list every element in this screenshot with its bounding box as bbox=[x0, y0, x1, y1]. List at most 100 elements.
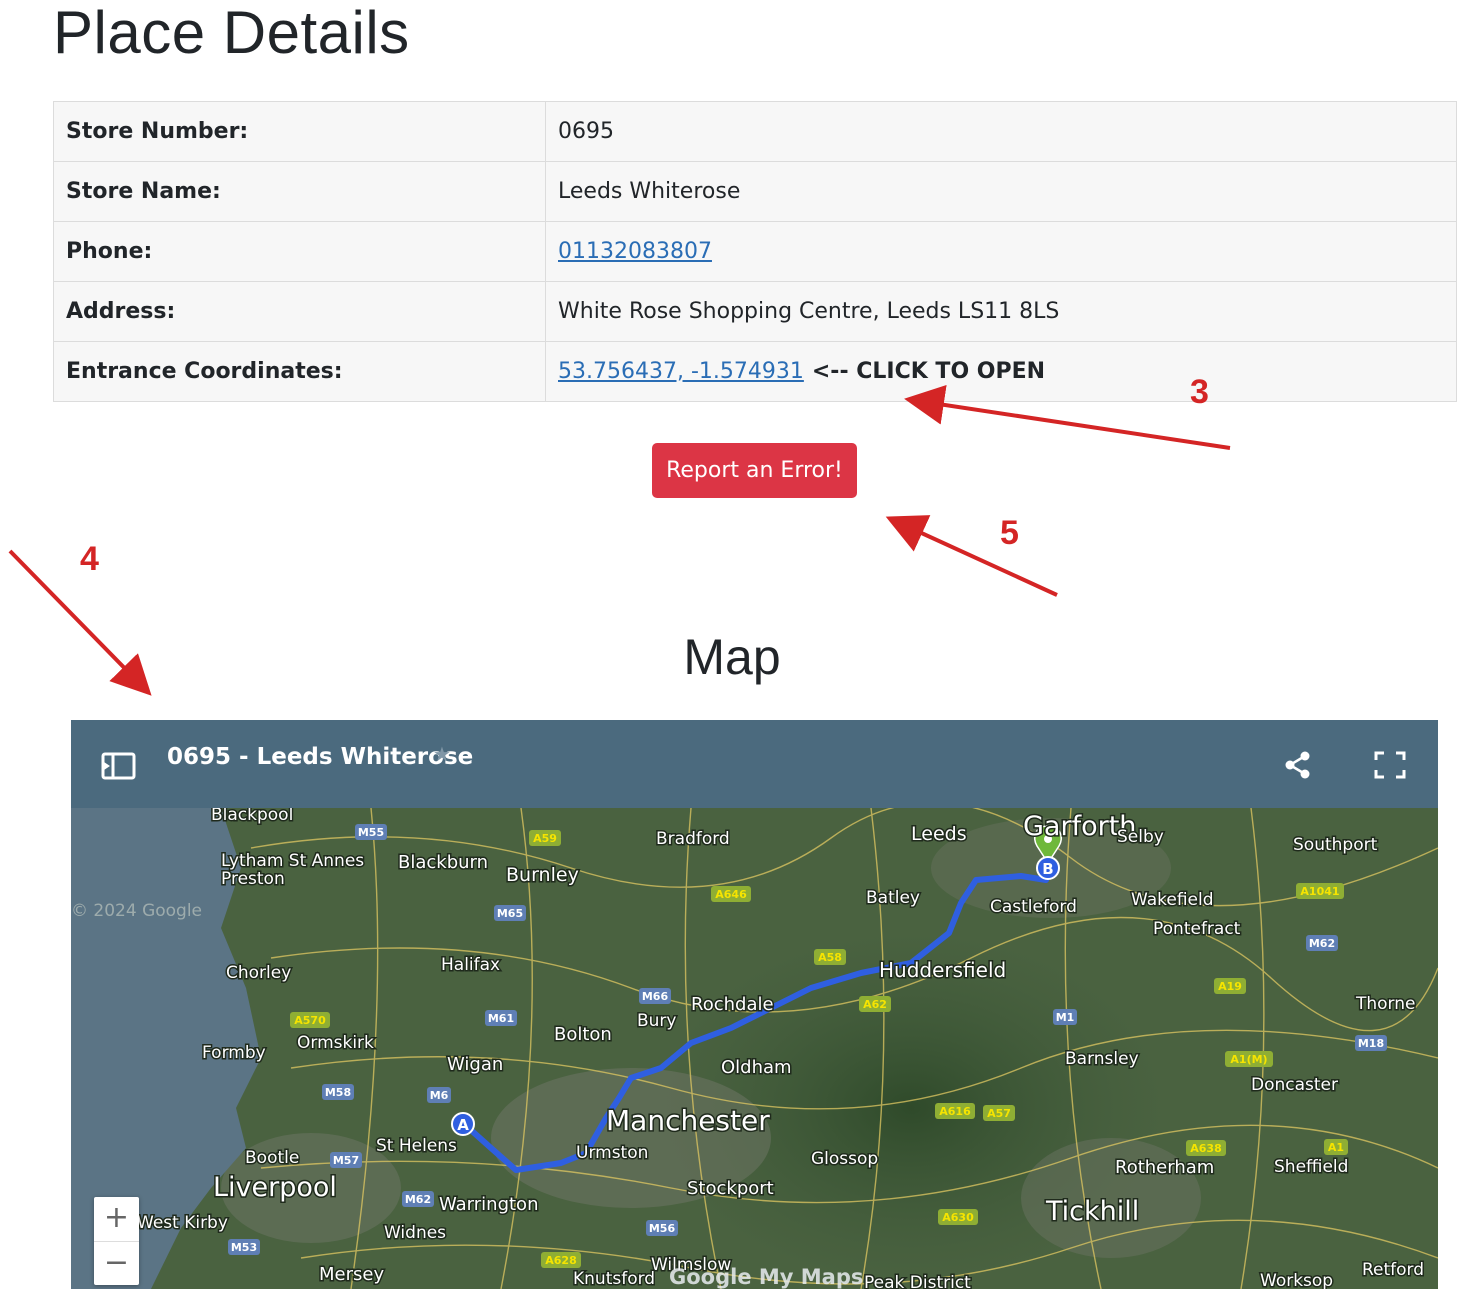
map-heading: Map bbox=[683, 629, 781, 685]
map-place-label: Chorley bbox=[226, 963, 291, 983]
svg-text:M55: M55 bbox=[358, 826, 384, 839]
map-place-label: Urmston bbox=[576, 1143, 648, 1163]
svg-text:M1: M1 bbox=[1056, 1011, 1075, 1024]
table-row: Phone: 01132083807 bbox=[53, 221, 1457, 282]
svg-text:M62: M62 bbox=[405, 1193, 431, 1206]
map-place-label: Glossop bbox=[811, 1149, 878, 1169]
map-canvas[interactable]: A B M55 A59 A646 M65 A570 M61 M66 A58 A62 M58 M6 M5… bbox=[71, 801, 1438, 1289]
side-panel-icon[interactable] bbox=[101, 751, 137, 785]
road-badge: A58 bbox=[814, 949, 846, 965]
svg-text:M66: M66 bbox=[642, 990, 669, 1003]
map-place-label: Liverpool bbox=[213, 1172, 337, 1203]
marker-a-label: A bbox=[457, 1116, 469, 1134]
row-label: Phone: bbox=[53, 221, 546, 282]
road-badge: A628 bbox=[541, 1252, 581, 1268]
map-place-label: Bolton bbox=[554, 1024, 612, 1045]
svg-text:A1: A1 bbox=[1328, 1141, 1344, 1154]
annotation-arrow-3 bbox=[904, 385, 1231, 450]
svg-text:M56: M56 bbox=[649, 1222, 676, 1235]
map-title: 0695 - Leeds Whiterose bbox=[167, 744, 474, 770]
road-badge: M61 bbox=[485, 1010, 517, 1026]
map-place-label: Huddersfield bbox=[879, 958, 1006, 982]
road-badge: M1 bbox=[1053, 1009, 1077, 1025]
svg-text:M62: M62 bbox=[1309, 937, 1335, 950]
zoom-in-button[interactable]: + bbox=[94, 1197, 139, 1241]
map-place-label: Barnsley bbox=[1065, 1049, 1139, 1069]
svg-text:A570: A570 bbox=[294, 1014, 326, 1027]
zoom-out-button[interactable]: − bbox=[94, 1241, 139, 1286]
road-badge: M57 bbox=[330, 1152, 362, 1168]
map-place-label: Southport bbox=[1293, 835, 1378, 855]
svg-text:A646: A646 bbox=[715, 888, 747, 901]
svg-text:A58: A58 bbox=[818, 951, 842, 964]
map-place-label: Wakefield bbox=[1131, 890, 1214, 910]
map-place-label: Leeds bbox=[911, 823, 967, 845]
map-place-label: Warrington bbox=[439, 1194, 538, 1215]
row-label: Store Number: bbox=[53, 101, 546, 162]
svg-text:A59: A59 bbox=[533, 832, 557, 845]
map-place-label: Batley bbox=[866, 888, 920, 908]
place-details-table: Store Number: 0695 Store Name: Leeds Whi… bbox=[53, 101, 1457, 402]
svg-text:M18: M18 bbox=[1358, 1037, 1384, 1050]
map-place-label: Ormskirk bbox=[297, 1033, 374, 1053]
road-badge: M18 bbox=[1355, 1035, 1387, 1051]
road-badge: M66 bbox=[639, 988, 671, 1004]
route-start-marker[interactable]: A bbox=[451, 1112, 475, 1136]
svg-text:A638: A638 bbox=[1190, 1142, 1221, 1155]
road-badge: A19 bbox=[1214, 978, 1246, 994]
map-place-label: Worksop bbox=[1260, 1271, 1333, 1289]
map-place-label: Castleford bbox=[990, 897, 1077, 917]
table-row: Entrance Coordinates: 53.756437, -1.5749… bbox=[53, 341, 1457, 402]
page-title: Place Details bbox=[53, 0, 410, 66]
road-badge: M62 bbox=[1306, 935, 1338, 951]
phone-cell: 01132083807 bbox=[545, 221, 1457, 282]
map-place-label: Bootle bbox=[245, 1148, 299, 1168]
map-place-label: Peak District bbox=[864, 1273, 971, 1289]
map-embed[interactable]: 0695 - Leeds Whiterose ★ A B M55 A59 A64… bbox=[71, 720, 1438, 1289]
road-badge: M62 bbox=[402, 1191, 434, 1207]
marker-b-label: B bbox=[1042, 860, 1053, 878]
address-value: White Rose Shopping Centre, Leeds LS11 8… bbox=[545, 281, 1457, 342]
map-place-label: Halifax bbox=[441, 955, 500, 975]
map-place-label: Blackpool bbox=[211, 808, 293, 825]
annotation-number-3: 3 bbox=[1190, 373, 1209, 411]
map-place-label: Rotherham bbox=[1115, 1157, 1214, 1178]
svg-text:M58: M58 bbox=[325, 1086, 351, 1099]
map-place-label: Rochdale bbox=[691, 994, 774, 1015]
svg-text:A630: A630 bbox=[942, 1211, 974, 1224]
svg-text:M65: M65 bbox=[497, 907, 523, 920]
svg-text:M6: M6 bbox=[430, 1089, 449, 1102]
map-place-label: West Kirby bbox=[137, 1213, 228, 1233]
road-badge: A646 bbox=[711, 886, 751, 902]
fullscreen-icon[interactable] bbox=[1374, 751, 1406, 783]
annotation-number-5: 5 bbox=[1000, 514, 1019, 552]
map-place-label: Mersey bbox=[319, 1264, 384, 1285]
report-error-button[interactable]: Report an Error! bbox=[652, 443, 857, 498]
table-row: Store Name: Leeds Whiterose bbox=[53, 161, 1457, 222]
phone-link[interactable]: 01132083807 bbox=[558, 239, 712, 264]
road-badge: A570 bbox=[290, 1012, 330, 1028]
map-place-label: Formby bbox=[202, 1043, 266, 1063]
svg-text:M61: M61 bbox=[488, 1012, 514, 1025]
map-place-label: Burnley bbox=[506, 864, 579, 886]
road-badge: M65 bbox=[494, 905, 526, 921]
svg-text:M53: M53 bbox=[231, 1241, 257, 1254]
road-badge: A616 bbox=[935, 1103, 975, 1119]
road-badge: A57 bbox=[983, 1105, 1015, 1121]
road-badge: M55 bbox=[355, 824, 387, 840]
road-badge: M58 bbox=[322, 1084, 354, 1100]
road-badge: M56 bbox=[646, 1220, 678, 1236]
map-place-label: Doncaster bbox=[1251, 1075, 1338, 1095]
road-badge: M53 bbox=[228, 1239, 260, 1255]
annotation-number-4: 4 bbox=[80, 540, 99, 578]
svg-text:A628: A628 bbox=[545, 1254, 576, 1267]
satellite-map: A B M55 A59 A646 M65 A570 M61 M66 A58 A62 M58 M6 M5… bbox=[71, 801, 1438, 1289]
annotation-arrow-5 bbox=[885, 515, 1058, 597]
share-icon[interactable] bbox=[1283, 750, 1313, 784]
svg-text:A1041: A1041 bbox=[1300, 885, 1339, 898]
coordinates-link[interactable]: 53.756437, -1.574931 bbox=[558, 359, 804, 384]
star-icon[interactable]: ★ bbox=[433, 742, 451, 766]
map-place-label: Widnes bbox=[384, 1223, 446, 1243]
map-place-label: Knutsford bbox=[573, 1269, 655, 1289]
map-place-label: Thorne bbox=[1355, 994, 1415, 1014]
